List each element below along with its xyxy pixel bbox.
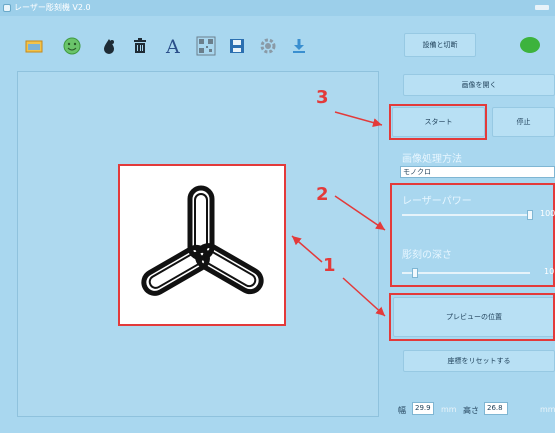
arrow-1-to-preview (342, 277, 386, 317)
arrow-2 (334, 195, 386, 231)
arrow-3 (334, 111, 383, 127)
annotation-label-3: 3 (316, 87, 329, 108)
arrow-1-to-image (291, 235, 323, 263)
annotation-arrows (291, 111, 386, 317)
annotation-label-2: 2 (316, 184, 329, 205)
annotation-label-1: 1 (323, 255, 336, 276)
